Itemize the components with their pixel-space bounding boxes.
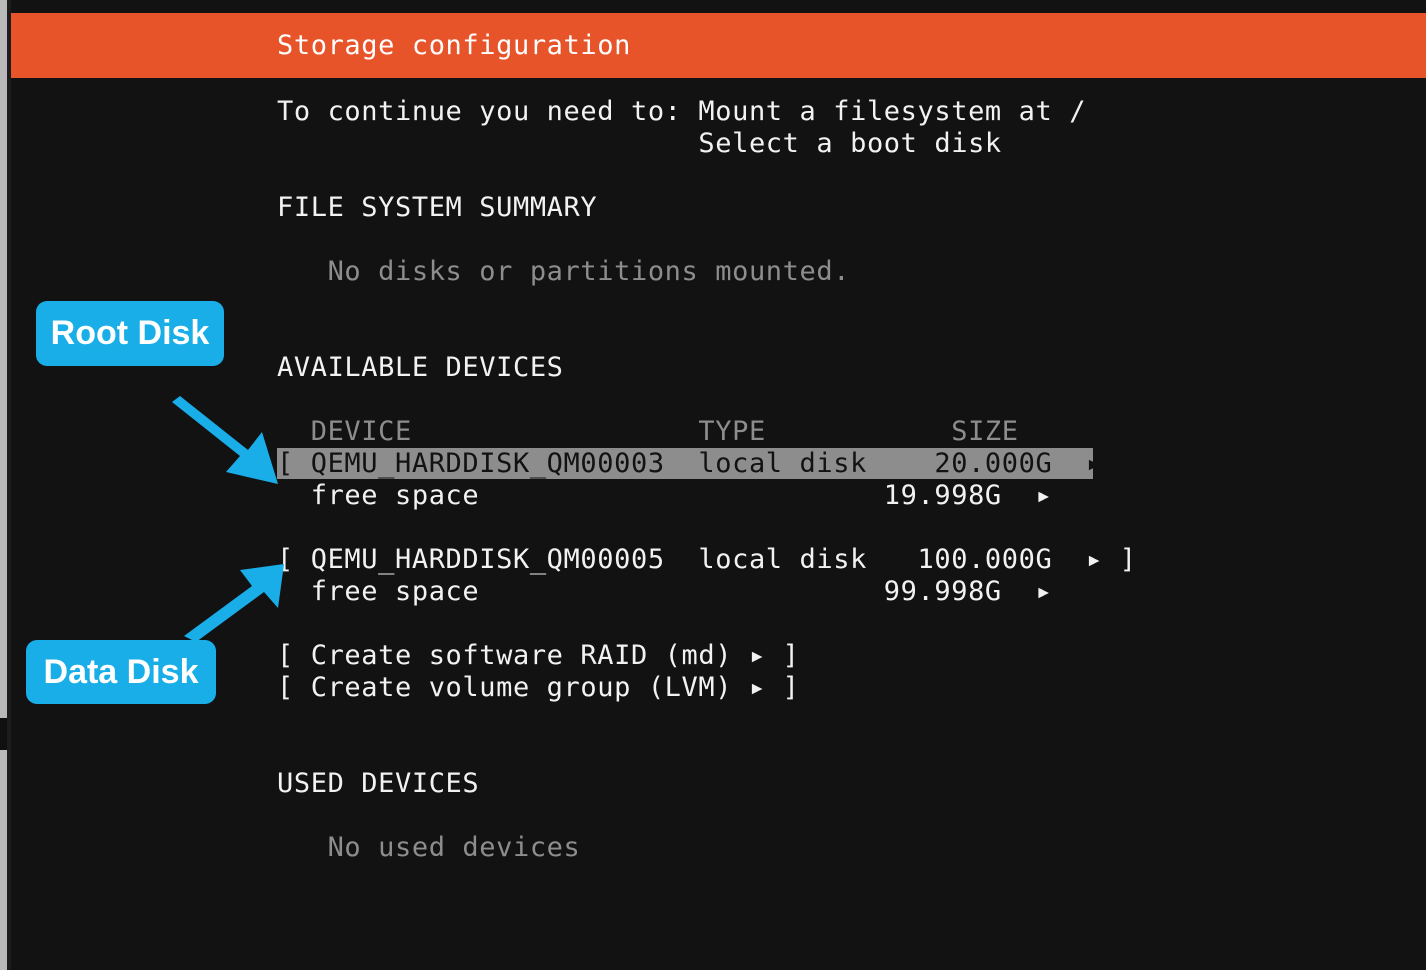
page-title: Storage configuration [277,30,631,61]
free-space-row-qm00003[interactable]: free space 19.998G ▸ [277,480,1052,512]
free-space-row-qm00005[interactable]: free space 99.998G ▸ [277,576,1052,608]
available-devices-heading: AVAILABLE DEVICES [277,352,564,383]
scrollbar-track[interactable] [0,0,7,970]
callout-arrow-root-disk [172,396,278,484]
create-volume-group-button[interactable]: [ Create volume group (LVM) ▸ ] [277,672,800,704]
instruction-line-1: To continue you need to: Mount a filesys… [277,96,1087,127]
instruction-line-2: Select a boot disk [277,128,1002,159]
device-row-qm00005[interactable]: [ QEMU_HARDDISK_QM00005 local disk 100.0… [277,544,1137,576]
title-bar [11,13,1426,78]
callout-badge-data-disk: Data Disk [26,640,216,704]
file-system-summary-heading: FILE SYSTEM SUMMARY [277,192,598,223]
device-row-qm00003[interactable]: [ QEMU_HARDDISK_QM00003 local disk 20.00… [277,448,1137,479]
callout-badge-root-disk: Root Disk [36,301,224,366]
create-software-raid-button[interactable]: [ Create software RAID (md) ▸ ] [277,640,800,672]
used-devices-heading: USED DEVICES [277,768,480,799]
used-devices-empty-message: No used devices [277,832,581,863]
file-system-summary-empty-message: No disks or partitions mounted. [277,256,851,287]
callout-arrow-data-disk [184,564,284,642]
available-devices-column-headers: DEVICE TYPE SIZE [277,416,1019,447]
